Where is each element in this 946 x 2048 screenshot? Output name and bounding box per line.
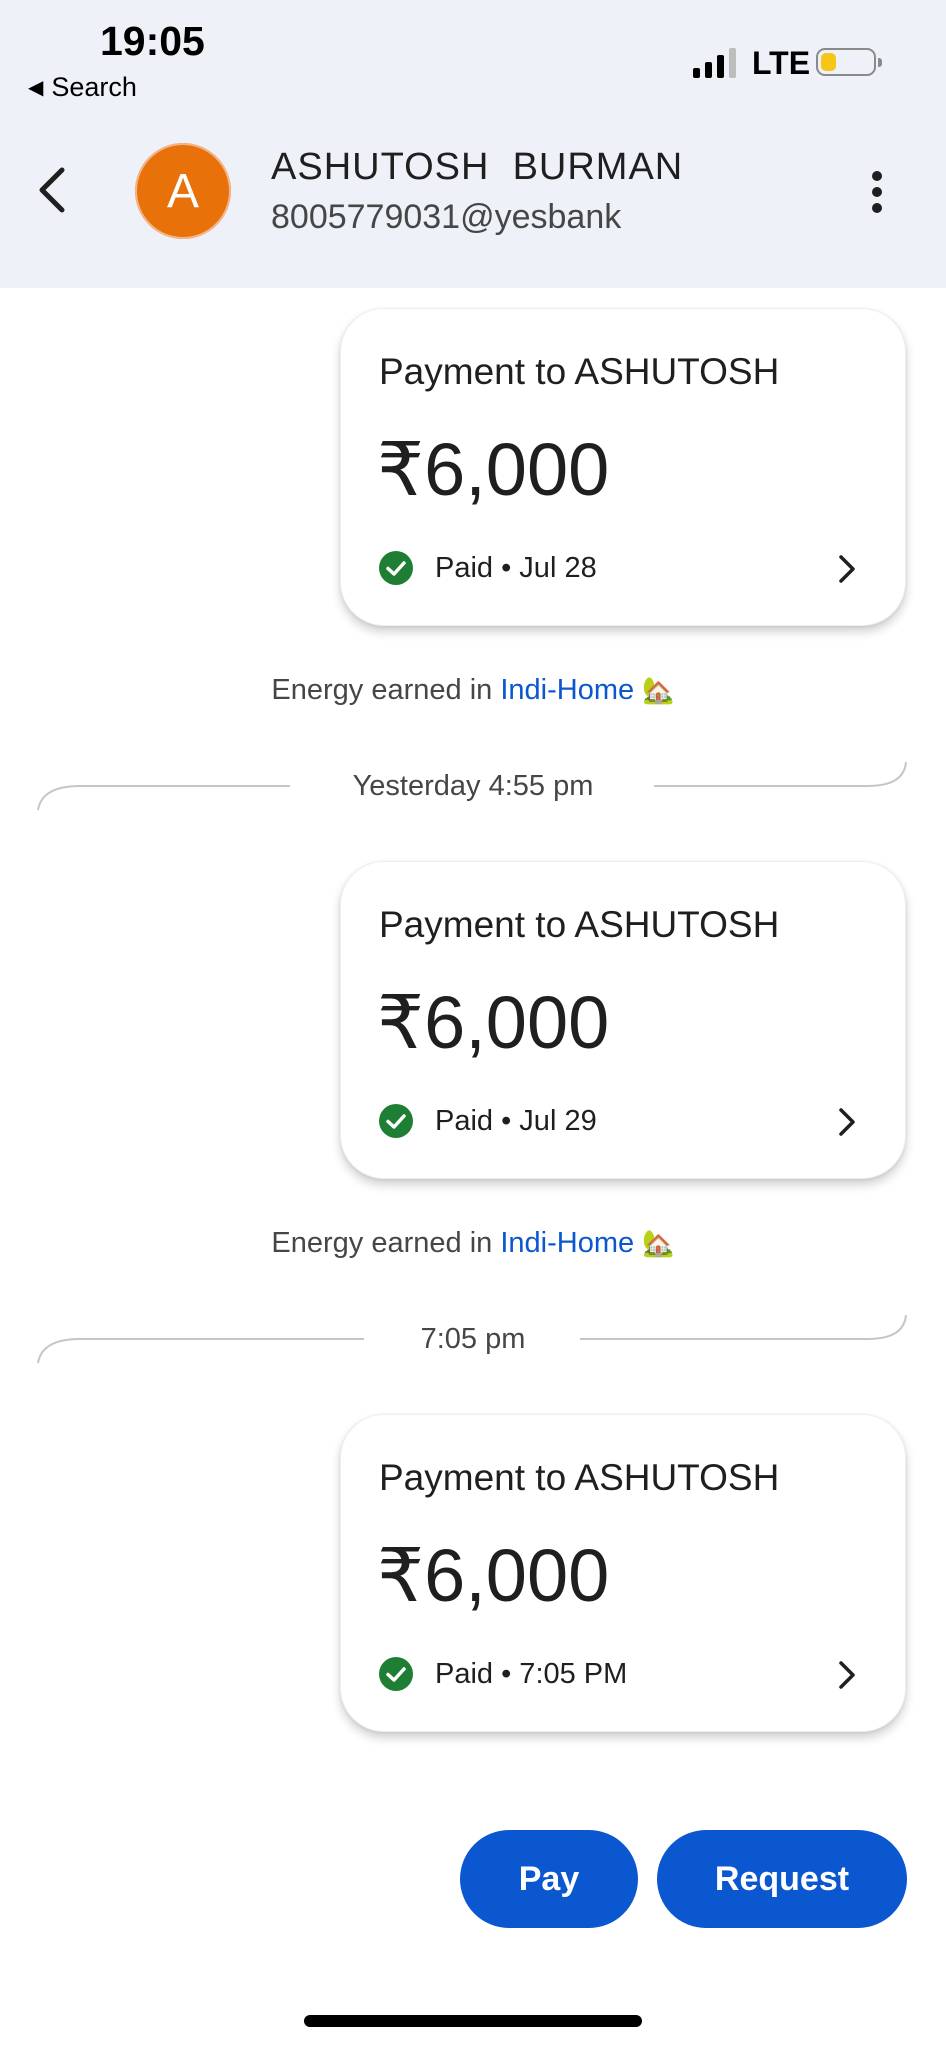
payment-title: Payment to ASHUTOSH xyxy=(379,904,780,945)
avatar[interactable]: A xyxy=(135,143,231,239)
request-button[interactable]: Request xyxy=(657,1830,907,1928)
payment-title: Payment to ASHUTOSH xyxy=(379,1457,780,1498)
energy-earned-note: Energy earned in Indi-Home 🏡 xyxy=(0,1227,946,1260)
chevron-right-icon[interactable] xyxy=(837,1659,857,1691)
payment-amount: ₹6,000 xyxy=(377,428,610,511)
battery-level-fill xyxy=(821,53,836,71)
more-options-icon[interactable] xyxy=(870,170,884,214)
house-emoji: 🏡 xyxy=(642,1228,675,1258)
network-type: LTE xyxy=(752,45,811,81)
contact-name: ASHUTOSH BURMAN xyxy=(271,146,684,188)
payment-status: Paid • Jul 29 xyxy=(435,1104,597,1137)
date-divider-label: Yesterday 4:55 pm xyxy=(352,770,594,802)
home-indicator[interactable] xyxy=(304,2015,642,2027)
payment-title: Payment to ASHUTOSH xyxy=(379,351,780,392)
status-time: 19:05 xyxy=(100,18,205,64)
chevron-right-icon[interactable] xyxy=(837,553,857,585)
indi-home-link[interactable]: Indi-Home xyxy=(500,674,634,706)
payment-amount: ₹6,000 xyxy=(377,1534,610,1617)
payment-amount: ₹6,000 xyxy=(377,981,610,1064)
chevron-right-icon[interactable] xyxy=(837,1106,857,1138)
indi-home-link[interactable]: Indi-Home xyxy=(500,1227,634,1259)
house-emoji: 🏡 xyxy=(642,675,675,705)
back-to-search-label: Search xyxy=(51,72,137,102)
payment-status: Paid • Jul 28 xyxy=(435,551,597,584)
paid-check-icon xyxy=(379,1657,413,1691)
payment-status: Paid • 7:05 PM xyxy=(435,1657,628,1690)
payment-card[interactable]: Payment to ASHUTOSH ₹6,000 Paid • Jul 29 xyxy=(340,861,906,1179)
payment-card[interactable]: Payment to ASHUTOSH ₹6,000 Paid • Jul 28 xyxy=(340,308,906,626)
back-to-search-link[interactable]: ◀ Search xyxy=(28,72,137,103)
back-arrow-icon[interactable] xyxy=(30,160,80,220)
contact-upi-id: 8005779031@yesbank xyxy=(271,198,622,236)
energy-earned-note: Energy earned in Indi-Home 🏡 xyxy=(0,674,946,707)
paid-check-icon xyxy=(379,551,413,585)
back-triangle-icon: ◀ xyxy=(28,77,44,99)
date-divider-label: 7:05 pm xyxy=(420,1323,526,1355)
payment-card[interactable]: Payment to ASHUTOSH ₹6,000 Paid • 7:05 P… xyxy=(340,1414,906,1732)
battery-icon xyxy=(816,48,882,76)
paid-check-icon xyxy=(379,1104,413,1138)
energy-prefix: Energy earned in xyxy=(271,1227,501,1259)
energy-prefix: Energy earned in xyxy=(271,674,501,706)
pay-button[interactable]: Pay xyxy=(460,1830,638,1928)
signal-bars-icon xyxy=(693,48,736,78)
